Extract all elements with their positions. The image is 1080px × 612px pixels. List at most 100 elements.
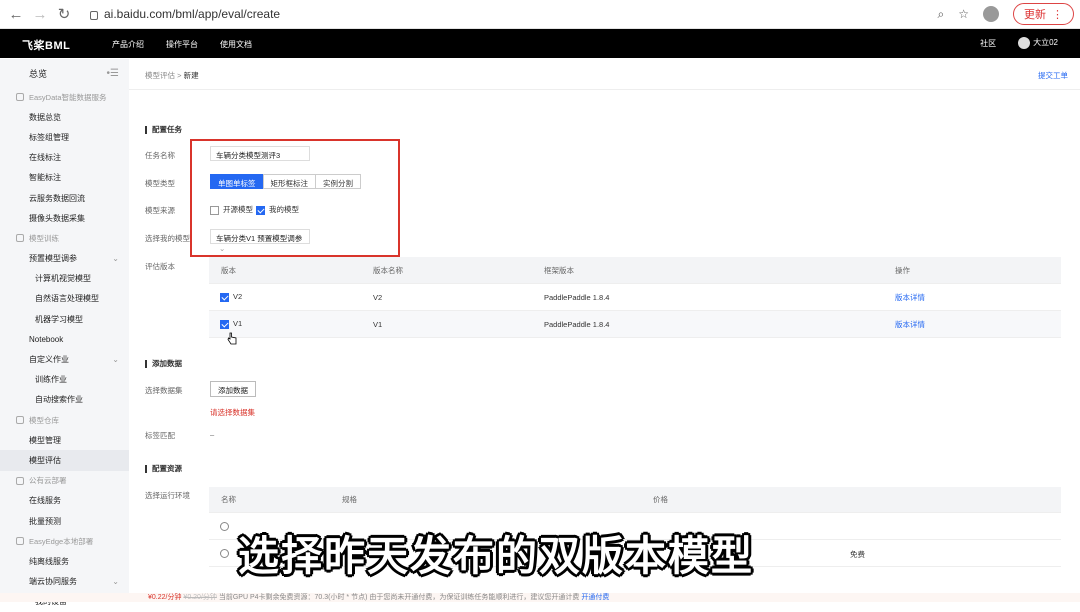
sidebar-item-label: 公有云部署 (29, 476, 67, 486)
submit-ticket-link[interactable]: 提交工单 (1038, 70, 1068, 81)
sidebar-item[interactable]: 模型评估 (0, 450, 129, 471)
model-type-label: 模型类型 (145, 179, 175, 188)
update-button[interactable]: 更新 ⋮ (1013, 3, 1074, 25)
nav-product-intro[interactable]: 产品介绍 (112, 39, 144, 50)
top-nav: 飞桨BML 产品介绍 操作平台 使用文档 社区 大立02 (0, 29, 1080, 58)
version-name-cell: V1 (373, 319, 383, 329)
group-icon (16, 234, 24, 243)
sidebar-item[interactable]: 摄像头数据采集 (0, 208, 129, 228)
section-add-data: 添加数据 (145, 360, 182, 368)
avatar (1018, 37, 1031, 49)
dataset-error: 请选择数据集 (210, 408, 255, 417)
task-name-label: 任务名称 (145, 151, 175, 160)
zoom-icon[interactable]: ⌕ (938, 7, 945, 22)
sidebar-item[interactable]: 在线标注 (0, 148, 129, 168)
radio-button[interactable] (220, 549, 229, 558)
checkbox-checked-icon (220, 292, 229, 302)
group-icon (16, 93, 24, 102)
version-cell: V2 (233, 292, 243, 302)
framework-cell: PaddlePaddle 1.8.4 (544, 319, 610, 329)
row-select-v2[interactable]: V2 (220, 292, 242, 302)
logo-text: 飞桨BML (22, 40, 71, 52)
nav-operation-platform[interactable]: 操作平台 (166, 39, 198, 50)
nav-docs[interactable]: 使用文档 (220, 39, 252, 50)
address-bar[interactable]: ai.baidu.com/bml/app/eval/create (90, 7, 280, 21)
sidebar-group-header: EasyData智能数据服务 (0, 87, 129, 107)
nav-community[interactable]: 社区 (980, 38, 996, 49)
col-framework: 框架版本 (544, 265, 574, 275)
sidebar-item-label: 训练作业 (35, 375, 67, 385)
sidebar-item[interactable]: 云服务数据回流 (0, 188, 129, 208)
user-menu[interactable]: 大立02 (1018, 37, 1058, 49)
lock-icon (90, 10, 98, 20)
main-content: 模型评估 > 新建 提交工单 配置任务 任务名称 车辆分类模型测评3 模型类型 … (129, 59, 1080, 602)
version-detail-link[interactable]: 版本详情 (895, 292, 925, 303)
sidebar-item-label: 批量预测 (29, 516, 61, 526)
env-label: 选择运行环境 (145, 491, 190, 500)
checkbox-checked-icon (220, 319, 229, 329)
tag-match-value: – (210, 430, 215, 439)
enable-billing-link[interactable]: 开通付费 (581, 594, 609, 601)
sidebar-item[interactable]: 自定义作业 ⌄ (0, 349, 129, 369)
sidebar-item[interactable]: 自然语言处理模型 (0, 289, 129, 309)
sidebar-item[interactable]: 训练作业 (0, 370, 129, 390)
model-source-label: 模型来源 (145, 206, 175, 215)
sidebar-item-label: 自动搜索作业 (35, 395, 83, 405)
more-icon: ⋮ (1052, 8, 1063, 21)
sidebar: 总览 •☰ EasyData智能数据服务数据总览标签组管理在线标注 智能标注云服务… (0, 59, 129, 606)
table-row: V1 V1 PaddlePaddle 1.8.4 版本详情 (209, 311, 1061, 338)
sidebar-group-header: 模型训练 (0, 228, 129, 248)
sidebar-item-label: 总览 (29, 68, 48, 79)
price-cell: 免费 (850, 550, 865, 559)
forward-icon[interactable]: → (30, 4, 50, 24)
version-detail-link[interactable]: 版本详情 (895, 319, 925, 330)
hand-cursor-icon (227, 332, 237, 345)
url-text: ai.baidu.com/bml/app/eval/create (104, 7, 281, 21)
divider (129, 89, 1080, 90)
sidebar-item[interactable]: Notebook (0, 329, 129, 349)
collapse-menu-icon[interactable]: •☰ (107, 68, 119, 79)
sidebar-item[interactable]: 标签组管理 (0, 127, 129, 147)
sidebar-item[interactable]: 计算机视觉模型 (0, 269, 129, 289)
sidebar-item-label: 纯离线服务 (29, 556, 69, 566)
sidebar-item[interactable]: 在线服务 (0, 491, 129, 511)
profile-icon[interactable] (983, 6, 999, 22)
star-icon[interactable]: ☆ (958, 7, 969, 21)
sidebar-item-label: 模型仓库 (29, 415, 59, 425)
sidebar-item-label: 模型管理 (29, 435, 61, 445)
group-icon (16, 537, 24, 546)
sidebar-item-label: 数据总览 (29, 112, 61, 122)
sidebar-item[interactable]: 数据总览 (0, 107, 129, 127)
sidebar-item[interactable]: 智能标注 (0, 168, 129, 188)
sidebar-item-overview[interactable]: 总览 •☰ (0, 59, 129, 87)
sidebar-item[interactable]: 机器学习模型 (0, 309, 129, 329)
user-name: 大立02 (1033, 38, 1058, 48)
back-icon[interactable]: ← (6, 4, 26, 24)
section-config-task: 配置任务 (145, 126, 182, 134)
footer-price: ¥0.22/分钟 (148, 594, 182, 601)
sidebar-item-label: 计算机视觉模型 (35, 274, 91, 284)
logo[interactable]: 飞桨BML (22, 37, 70, 53)
radio-button[interactable] (220, 522, 229, 531)
sidebar-item[interactable]: 端云协同服务 ⌄ (0, 572, 129, 592)
select-model-label: 选择我的模型 (145, 234, 190, 243)
browser-toolbar: ← → ↻ ai.baidu.com/bml/app/eval/create ⌕… (0, 0, 1080, 29)
add-data-button[interactable]: 添加数据 (210, 381, 256, 397)
sidebar-item[interactable]: 纯离线服务 (0, 551, 129, 571)
sidebar-item[interactable]: 模型管理 (0, 430, 129, 450)
sidebar-group-header: 模型仓库 (0, 410, 129, 430)
chevron-down-icon: ⌄ (112, 254, 119, 264)
sidebar-item[interactable]: 批量预测 (0, 511, 129, 531)
section-resources: 配置资源 (145, 465, 182, 473)
sidebar-item-label: 云服务数据回流 (29, 193, 85, 203)
sidebar-item-label: 标签组管理 (29, 132, 69, 142)
sidebar-item-label: 自定义作业 (29, 355, 69, 365)
sidebar-item-label: 模型训练 (29, 233, 59, 243)
sidebar-item[interactable]: 自动搜索作业 (0, 390, 129, 410)
group-icon (16, 416, 24, 425)
breadcrumb-parent[interactable]: 模型评估 (145, 71, 175, 80)
sidebar-item[interactable]: 预置模型调参 ⌄ (0, 249, 129, 269)
sidebar-group-header: 公有云部署 (0, 471, 129, 491)
row-select-v1[interactable]: V1 (220, 319, 242, 329)
reload-icon[interactable]: ↻ (54, 4, 74, 24)
